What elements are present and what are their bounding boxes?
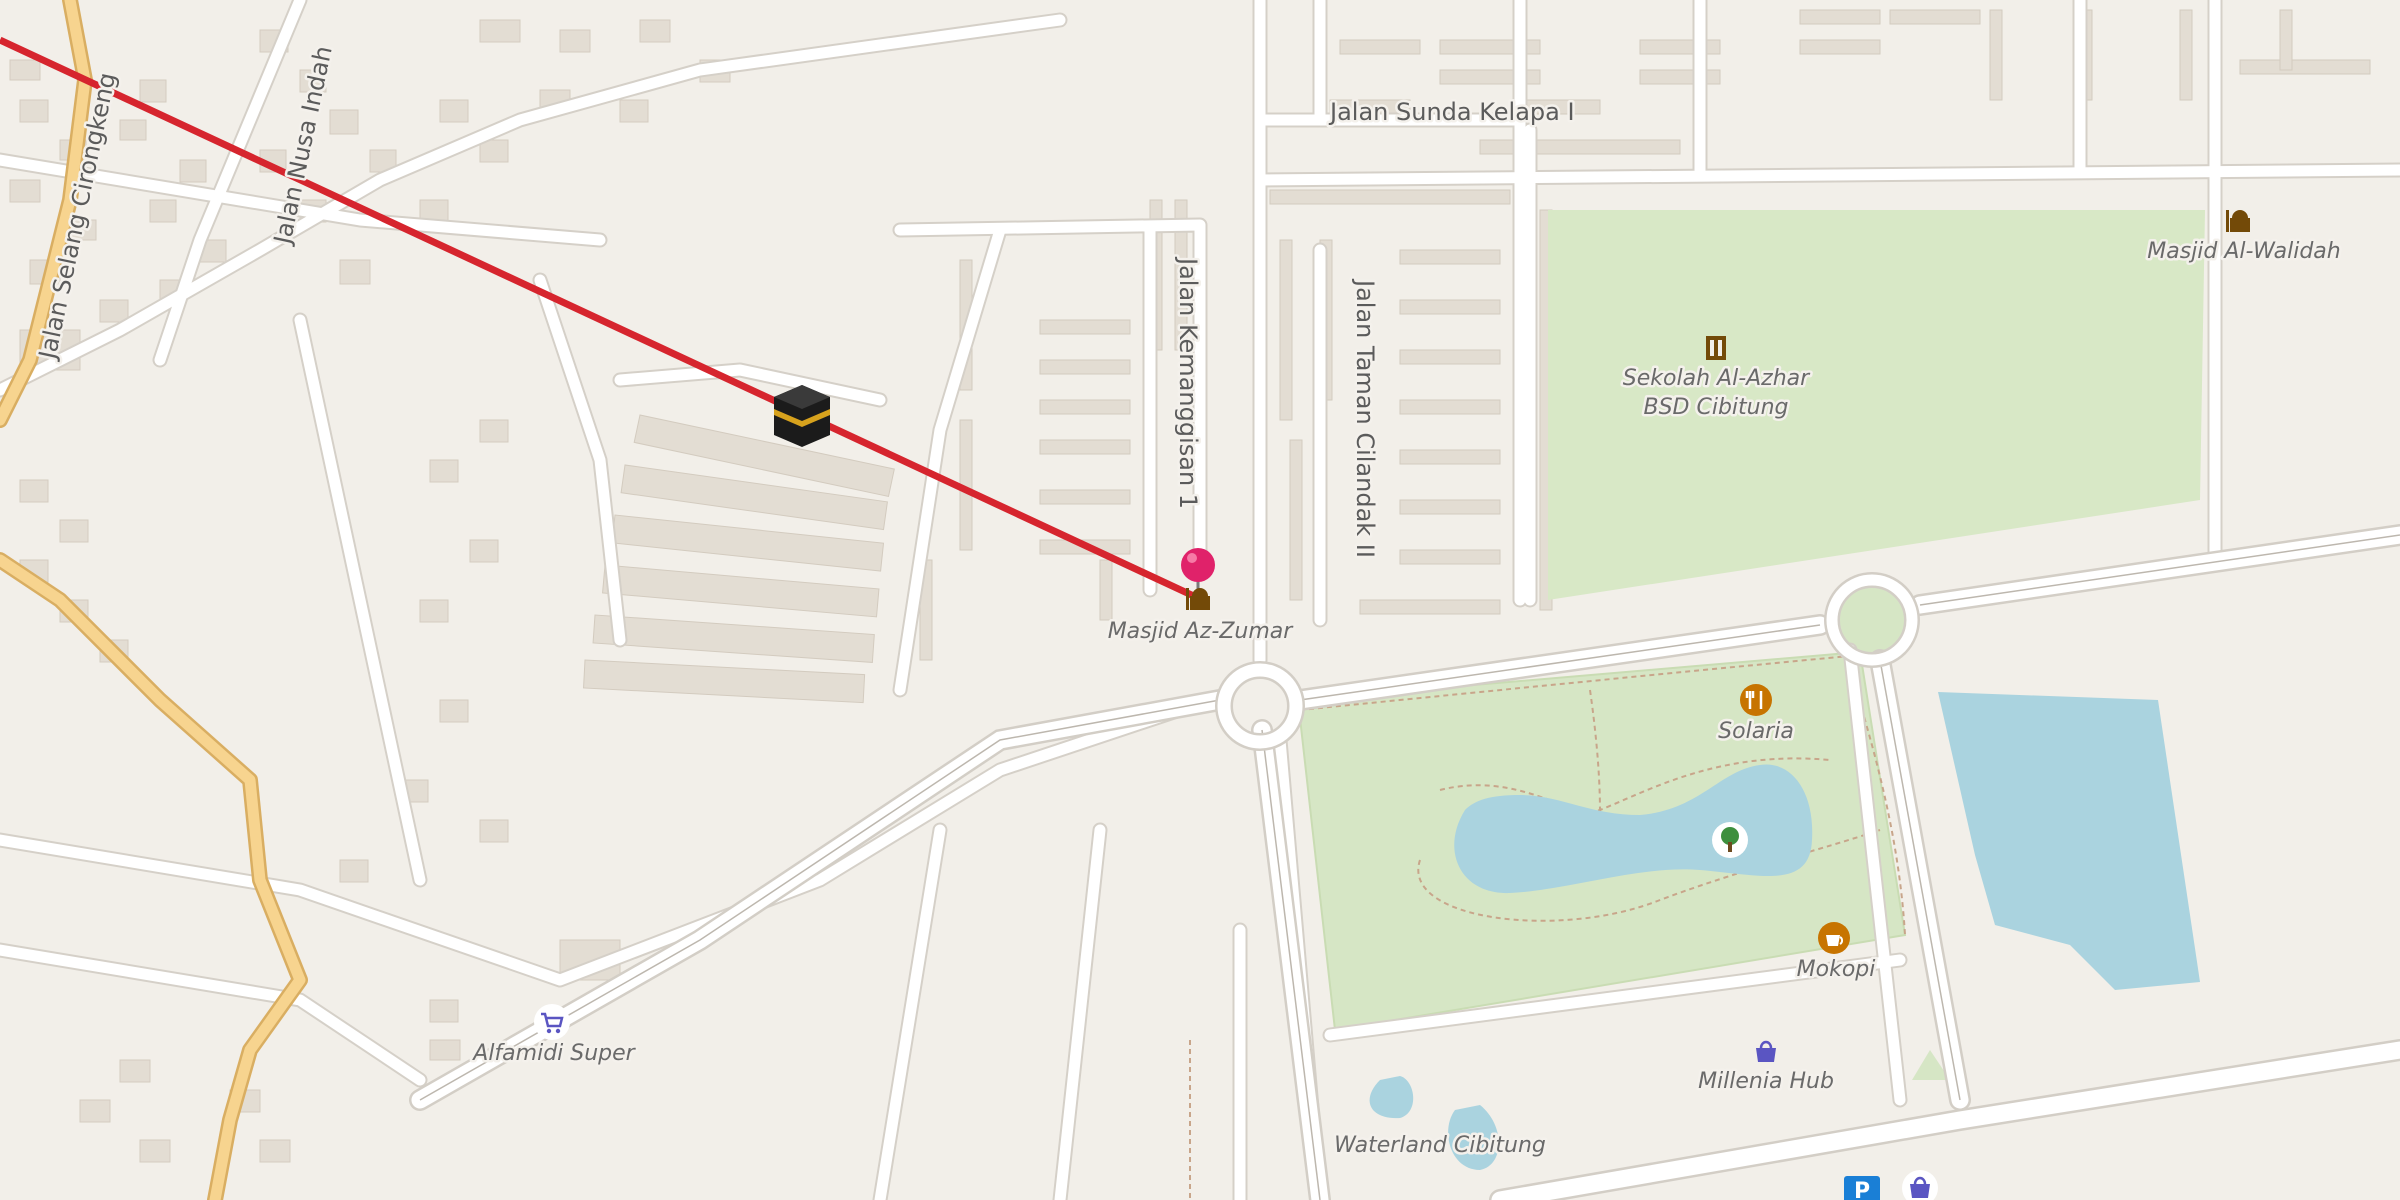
- street-label-kemanggisan: Jalan Kemanggisan 1: [1174, 256, 1202, 509]
- poi-label-sekolah-al-azhar: Sekolah Al-Azhar: [1623, 366, 1811, 391]
- parking-icon[interactable]: P: [1844, 1176, 1880, 1200]
- map-canvas[interactable]: P Jalan Sunda Kelapa I Jalan Nusa Indah …: [0, 0, 2400, 1200]
- restaurant-icon[interactable]: [1740, 684, 1772, 716]
- cafe-icon[interactable]: [1818, 922, 1850, 954]
- street-label-sunda-kelapa: Jalan Sunda Kelapa I: [1328, 98, 1575, 126]
- poi-label-millenia-hub: Millenia Hub: [1698, 1069, 1834, 1094]
- poi-label-solaria: Solaria: [1718, 719, 1794, 744]
- poi-label-alfamidi-super: Alfamidi Super: [471, 1041, 636, 1066]
- poi-label-waterland-cibitung: Waterland Cibitung: [1334, 1133, 1546, 1158]
- park-tree-icon[interactable]: [1712, 822, 1748, 858]
- street-label-taman-cilandak: Jalan Taman Cilandak II: [1351, 278, 1379, 558]
- poi-label-masjid-al-walidah: Masjid Al-Walidah: [2147, 239, 2340, 264]
- shopping-bag-icon[interactable]: [1750, 1036, 1782, 1068]
- shopping-cart-icon[interactable]: [534, 1004, 570, 1040]
- school-icon[interactable]: [1706, 336, 1726, 360]
- svg-text:P: P: [1854, 1179, 1870, 1200]
- poi-label-mokopi: Mokopi: [1797, 957, 1876, 982]
- poi-label-masjid-az-zumar: Masjid Az-Zumar: [1108, 619, 1295, 644]
- poi-label-bsd-cibitung: BSD Cibitung: [1643, 395, 1788, 420]
- kaaba-icon: [774, 385, 830, 447]
